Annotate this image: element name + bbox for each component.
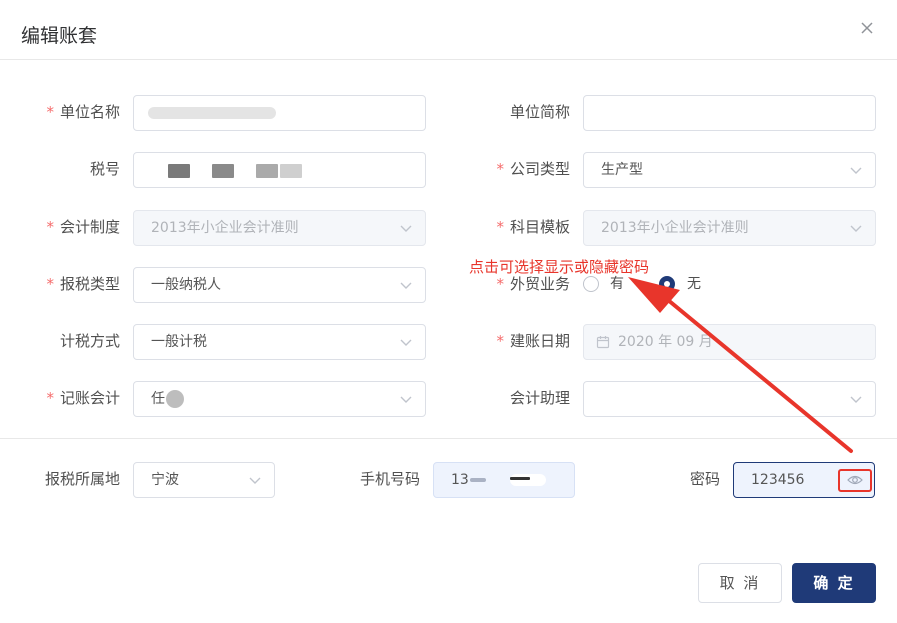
confirm-button[interactable]: 确 定	[792, 563, 876, 603]
annotation-arrow	[628, 277, 853, 453]
cancel-button[interactable]: 取 消	[698, 563, 782, 603]
